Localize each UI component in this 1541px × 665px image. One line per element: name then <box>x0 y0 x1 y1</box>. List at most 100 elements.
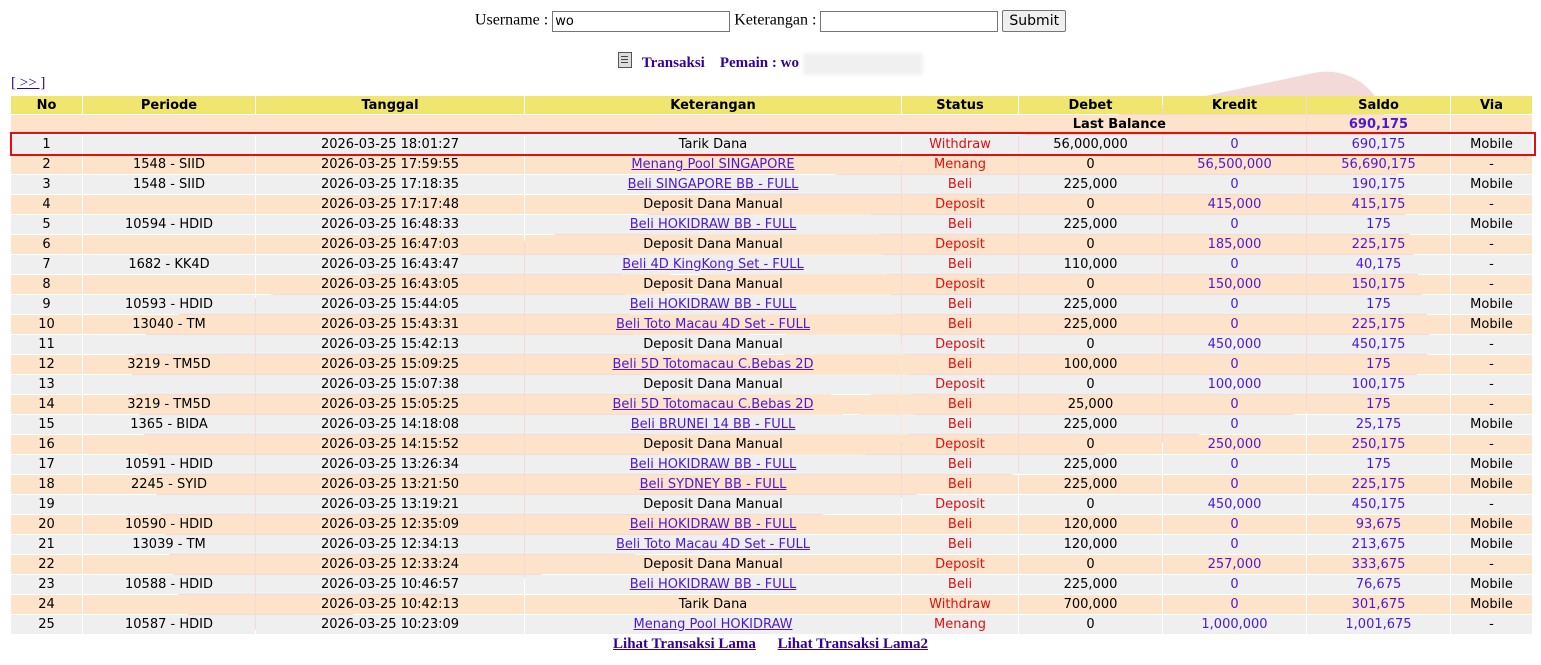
row-keterangan: Beli HOKIDRAW BB - FULL <box>525 575 901 594</box>
keterangan-link[interactable]: Beli 4D KingKong Set - FULL <box>622 257 804 272</box>
row-no: 3 <box>11 175 82 194</box>
row-via: - <box>1451 615 1532 634</box>
row-no: 10 <box>11 315 82 334</box>
row-status: Deposit <box>902 375 1018 394</box>
row-via: - <box>1451 255 1532 274</box>
pemain-label: Pemain : wo <box>719 55 799 71</box>
row-periode: 10590 - HDID <box>83 515 255 534</box>
row-periode: 13039 - TM <box>83 535 255 554</box>
row-kredit: 250,000 <box>1163 435 1306 454</box>
row-keterangan: Deposit Dana Manual <box>525 195 901 214</box>
submit-button[interactable]: Submit <box>1002 10 1067 32</box>
column-header: Via <box>1451 96 1532 114</box>
row-tanggal: 2026-03-25 15:42:13 <box>256 335 524 354</box>
keterangan-link[interactable]: Beli HOKIDRAW BB - FULL <box>630 457 797 472</box>
row-via: Mobile <box>1451 575 1532 594</box>
keterangan-link[interactable]: Beli HOKIDRAW BB - FULL <box>630 517 797 532</box>
row-tanggal: 2026-03-25 14:15:52 <box>256 435 524 454</box>
keterangan-link[interactable]: Beli HOKIDRAW BB - FULL <box>630 297 797 312</box>
row-tanggal: 2026-03-25 10:23:09 <box>256 615 524 634</box>
keterangan-link[interactable]: Beli BRUNEI 14 BB - FULL <box>631 417 796 432</box>
row-tanggal: 2026-03-25 15:43:31 <box>256 315 524 334</box>
row-keterangan: Beli 5D Totomacau C.Bebas 2D <box>525 355 901 374</box>
column-header: Kredit <box>1163 96 1306 114</box>
old-transactions-link[interactable]: Lihat Transaksi Lama <box>613 636 756 652</box>
row-no: 23 <box>11 575 82 594</box>
row-saldo: 690,175 <box>1307 135 1450 154</box>
table-row: 10 13040 - TM 2026-03-25 15:43:31 Beli Toto… <box>11 315 1532 334</box>
row-status: Deposit <box>902 555 1018 574</box>
row-kredit: 257,000 <box>1163 555 1306 574</box>
row-no: 16 <box>11 435 82 454</box>
keterangan-link[interactable]: Beli HOKIDRAW BB - FULL <box>630 577 797 592</box>
row-keterangan: Deposit Dana Manual <box>525 495 901 514</box>
keterangan-link[interactable]: Menang Pool SINGAPORE <box>631 157 794 172</box>
row-status: Deposit <box>902 235 1018 254</box>
table-header: No Periode Tanggal Keterangan Status Debet Kre… <box>11 96 1532 114</box>
row-no: 14 <box>11 395 82 414</box>
username-input[interactable] <box>552 10 731 32</box>
table-row: 12 3219 - TM5D 2026-03-25 15:09:25 Beli 5D … <box>11 355 1532 374</box>
row-keterangan: Deposit Dana Manual <box>525 335 901 354</box>
row-status: Beli <box>902 455 1018 474</box>
row-via: - <box>1451 395 1532 414</box>
row-periode: 1548 - SIID <box>83 155 255 174</box>
last-balance-label: Last Balance <box>11 115 1306 134</box>
row-keterangan: Deposit Dana Manual <box>525 555 901 574</box>
keterangan-link[interactable]: Beli SYDNEY BB - FULL <box>640 477 787 492</box>
keterangan-link[interactable]: Beli SINGAPORE BB - FULL <box>628 177 799 192</box>
table-row: 14 3219 - TM5D 2026-03-25 15:05:25 Beli 5D … <box>11 395 1532 414</box>
row-saldo: 415,175 <box>1307 195 1450 214</box>
row-periode: 1365 - BIDA <box>83 415 255 434</box>
row-via: Mobile <box>1451 295 1532 314</box>
row-tanggal: 2026-03-25 16:47:03 <box>256 235 524 254</box>
row-via: Mobile <box>1451 135 1532 154</box>
keterangan-link[interactable]: Beli Toto Macau 4D Set - FULL <box>616 317 810 332</box>
keterangan-link[interactable]: Beli 5D Totomacau C.Bebas 2D <box>612 357 813 372</box>
row-saldo: 333,675 <box>1307 555 1450 574</box>
row-debet: 120,000 <box>1019 515 1162 534</box>
row-status: Beli <box>902 415 1018 434</box>
row-keterangan: Deposit Dana Manual <box>525 375 901 394</box>
row-debet: 225,000 <box>1019 475 1162 494</box>
keterangan-input[interactable] <box>820 10 999 32</box>
row-tanggal: 2026-03-25 15:07:38 <box>256 375 524 394</box>
row-debet: 0 <box>1019 195 1162 214</box>
row-kredit: 0 <box>1163 175 1306 194</box>
column-header: Status <box>902 96 1018 114</box>
keterangan-link[interactable]: Beli Toto Macau 4D Set - FULL <box>616 537 810 552</box>
column-header: Periode <box>83 96 255 114</box>
row-via: - <box>1451 275 1532 294</box>
table-row: 8 2026-03-25 16:43:05 Deposit Dana Manual D… <box>11 275 1532 294</box>
table-row: 19 2026-03-25 13:19:21 Deposit Dana Manual… <box>11 495 1532 514</box>
row-debet: 0 <box>1019 495 1162 514</box>
row-saldo: 175 <box>1307 455 1450 474</box>
row-periode <box>83 235 255 254</box>
row-no: 19 <box>11 495 82 514</box>
row-debet: 700,000 <box>1019 595 1162 614</box>
row-kredit: 1,000,000 <box>1163 615 1306 634</box>
row-via: Mobile <box>1451 215 1532 234</box>
keterangan-link[interactable]: Beli HOKIDRAW BB - FULL <box>630 217 797 232</box>
row-keterangan: Menang Pool HOKIDRAW <box>525 615 901 634</box>
row-debet: 0 <box>1019 435 1162 454</box>
old-transactions-2-link[interactable]: Lihat Transaksi Lama2 <box>778 636 928 652</box>
row-status: Beli <box>902 355 1018 374</box>
row-saldo: 450,175 <box>1307 495 1450 514</box>
row-kredit: 0 <box>1163 475 1306 494</box>
keterangan-link[interactable]: Menang Pool HOKIDRAW <box>634 617 793 632</box>
page-title: Transaksi Pemain : wo <box>0 52 1541 75</box>
row-via: - <box>1451 155 1532 174</box>
column-header: Keterangan <box>525 96 901 114</box>
row-periode: 10587 - HDID <box>83 615 255 634</box>
row-no: 12 <box>11 355 82 374</box>
row-saldo: 93,675 <box>1307 515 1450 534</box>
table-row: 16 2026-03-25 14:15:52 Deposit Dana Manual… <box>11 435 1532 454</box>
table-row: 25 10587 - HDID 2026-03-25 10:23:09 Menang … <box>11 615 1532 634</box>
row-no: 7 <box>11 255 82 274</box>
row-keterangan: Beli 5D Totomacau C.Bebas 2D <box>525 395 901 414</box>
keterangan-link[interactable]: Beli 5D Totomacau C.Bebas 2D <box>612 397 813 412</box>
next-page-link[interactable]: [ >> ] <box>11 75 45 92</box>
table-row: 23 10588 - HDID 2026-03-25 10:46:57 Beli HO… <box>11 575 1532 594</box>
row-tanggal: 2026-03-25 13:21:50 <box>256 475 524 494</box>
